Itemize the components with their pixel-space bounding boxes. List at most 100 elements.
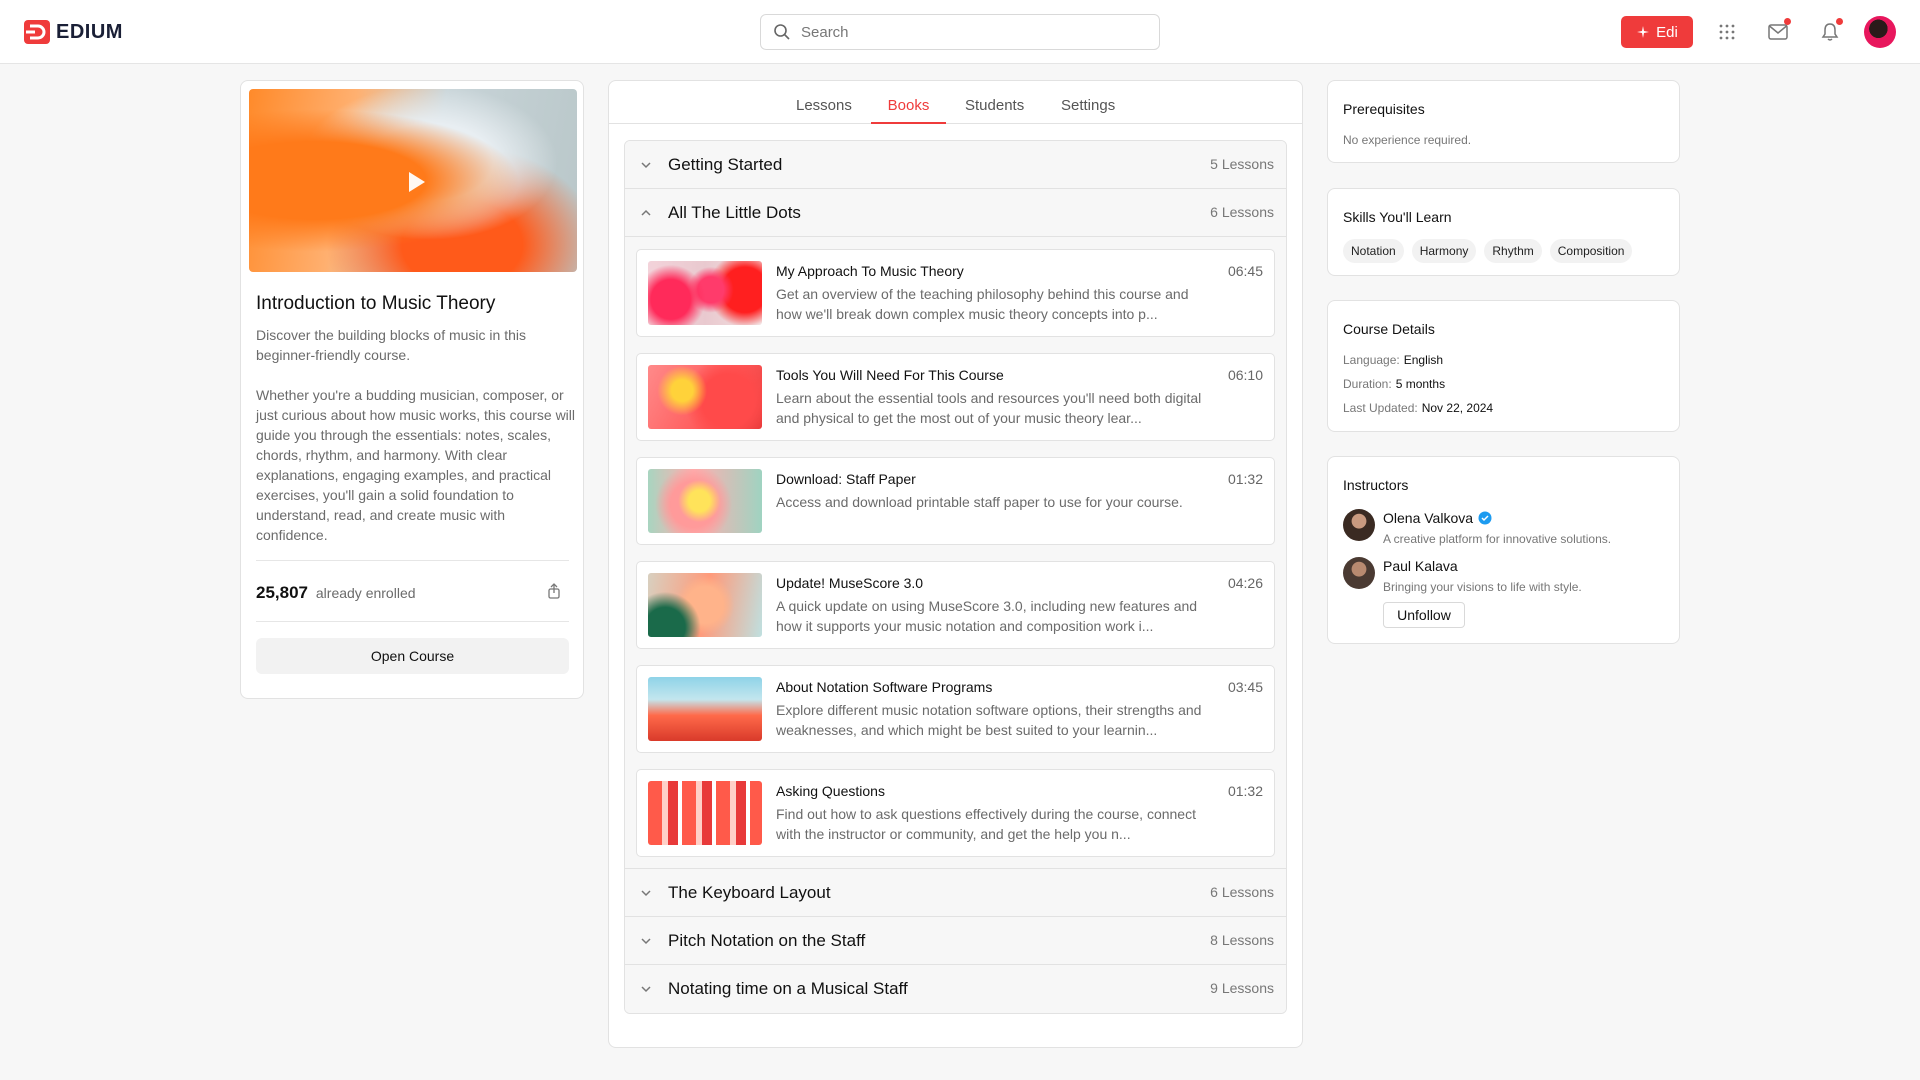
search-input[interactable] [801,23,1121,41]
open-course-button[interactable]: Open Course [256,638,569,674]
lesson-thumbnail [648,365,762,429]
lesson-title: Download: Staff Paper [776,471,916,487]
detail-value: 5 months [1395,377,1446,391]
section-header[interactable]: Getting Started 5 Lessons [625,141,1286,189]
section-header[interactable]: All The Little Dots 6 Lessons [625,189,1286,237]
instructor-avatar[interactable] [1343,557,1375,589]
course-details-title: Course Details [1343,321,1435,337]
instructor-bio: Bringing your visions to life with style… [1383,580,1582,594]
instructor-avatar[interactable] [1343,509,1375,541]
detail-language: Language: English [1343,353,1443,367]
divider [256,621,569,622]
tab-settings[interactable]: Settings [1061,97,1115,124]
detail-updated: Last Updated: Nov 22, 2024 [1343,401,1493,415]
section-header[interactable]: The Keyboard Layout 6 Lessons [625,869,1286,917]
detail-duration: Duration: 5 months [1343,377,1445,391]
bell-notification-dot [1836,18,1843,25]
play-icon[interactable] [409,172,425,192]
section-header[interactable]: Pitch Notation on the Staff 8 Lessons [625,917,1286,965]
tab-students[interactable]: Students [965,97,1024,124]
instructor-name[interactable]: Paul Kalava [1383,558,1458,574]
instructor-name-text: Olena Valkova [1383,510,1474,526]
lesson-thumbnail [648,261,762,325]
prerequisites-text: No experience required. [1343,133,1472,147]
lesson-description: Access and download printable staff pape… [776,494,1183,510]
edit-button[interactable]: Edi [1621,16,1693,48]
lesson-item[interactable]: About Notation Software Programs 03:45 E… [636,665,1275,753]
detail-value: English [1403,353,1444,367]
lesson-description: Explore different music notation softwar… [776,702,1202,738]
section-accordion: Getting Started 5 Lessons All The Little… [624,140,1287,1014]
lesson-title: Update! MuseScore 3.0 [776,575,924,591]
skills-card: Skills You'll Learn Notation Harmony Rhy… [1327,188,1680,276]
lesson-item[interactable]: Tools You Will Need For This Course 06:1… [636,353,1275,441]
course-card: Introduction to Music Theory Discover th… [240,80,584,699]
skill-chip[interactable]: Harmony [1411,239,1477,263]
lesson-item[interactable]: Download: Staff Paper 01:32 Access and d… [636,457,1275,545]
lesson-duration: 06:45 [1227,263,1263,279]
edit-button-label: Edi [1656,23,1678,41]
lesson-item[interactable]: Update! MuseScore 3.0 04:26 A quick upda… [636,561,1275,649]
lesson-thumbnail [648,573,762,637]
course-video-thumbnail[interactable] [249,89,577,272]
lesson-description: Get an overview of the teaching philosop… [776,286,1189,322]
chevron-up-icon [641,209,651,216]
lesson-title: About Notation Software Programs [776,679,993,695]
lesson-description: Find out how to ask questions effectivel… [776,806,1196,842]
section-lesson-count: 8 Lessons [1210,932,1274,948]
logo[interactable]: EDIUM [24,20,123,44]
apps-grid-icon[interactable] [1715,20,1739,44]
section-title: Getting Started [668,155,783,174]
user-avatar[interactable] [1864,16,1896,48]
bell-glyph [1821,23,1839,41]
mail-notification-dot [1784,18,1791,25]
section-title: Pitch Notation on the Staff [668,931,866,950]
chevron-down-icon [641,986,651,993]
section-lesson-count: 6 Lessons [1210,204,1274,220]
course-description: Whether you're a budding musician, compo… [256,387,576,543]
brand-name: EDIUM [56,20,123,43]
course-title: Introduction to Music Theory [256,293,496,314]
search-bar[interactable] [760,14,1160,50]
prerequisites-title: Prerequisites [1343,101,1425,117]
lesson-title: Asking Questions [776,783,885,799]
mail-icon[interactable] [1766,18,1791,44]
share-icon[interactable] [546,583,562,599]
skill-chip[interactable]: Composition [1549,239,1633,263]
tab-lessons[interactable]: Lessons [796,97,852,124]
lesson-thumbnail [648,469,762,533]
top-bar: EDIUM Edi [0,0,1920,64]
lesson-thumbnail [648,781,762,845]
tab-books[interactable]: Books [871,97,946,124]
skills-title: Skills You'll Learn [1343,209,1452,225]
instructor-name[interactable]: Olena Valkova [1383,510,1492,526]
instructor-name-text: Paul Kalava [1383,558,1458,574]
lesson-title: Tools You Will Need For This Course [776,367,1004,383]
skill-chip[interactable]: Rhythm [1484,239,1542,263]
lesson-item[interactable]: Asking Questions 01:32 Find out how to a… [636,769,1275,857]
prerequisites-card: Prerequisites No experience required. [1327,80,1680,163]
lesson-duration: 04:26 [1227,575,1263,591]
divider [256,560,569,561]
instructors-title: Instructors [1343,477,1409,493]
logo-mark-icon [24,20,50,44]
skill-chip[interactable]: Notation [1343,239,1404,263]
section-lesson-count: 6 Lessons [1210,884,1274,900]
detail-value: Nov 22, 2024 [1421,401,1494,415]
envelope-glyph [1768,24,1788,40]
section-lesson-count: 5 Lessons [1210,156,1274,172]
section-title: The Keyboard Layout [668,883,831,902]
section-header[interactable]: Notating time on a Musical Staff 9 Lesso… [625,965,1286,1013]
detail-label: Duration: [1343,377,1392,391]
verified-badge-icon [1478,511,1492,525]
unfollow-button[interactable]: Unfollow [1383,602,1465,628]
course-details-card: Course Details Language: English Duration… [1327,300,1680,432]
enrolled-count: 25,807 [256,583,308,602]
instructor-bio: A creative platform for innovative solut… [1383,532,1612,546]
lesson-item[interactable]: My Approach To Music Theory 06:45 Get an… [636,249,1275,337]
section-lesson-count: 9 Lessons [1210,980,1274,996]
bell-icon[interactable] [1818,18,1843,44]
enrolled-label: already enrolled [315,585,416,601]
chevron-down-icon [641,938,651,945]
lesson-title: My Approach To Music Theory [776,263,964,279]
